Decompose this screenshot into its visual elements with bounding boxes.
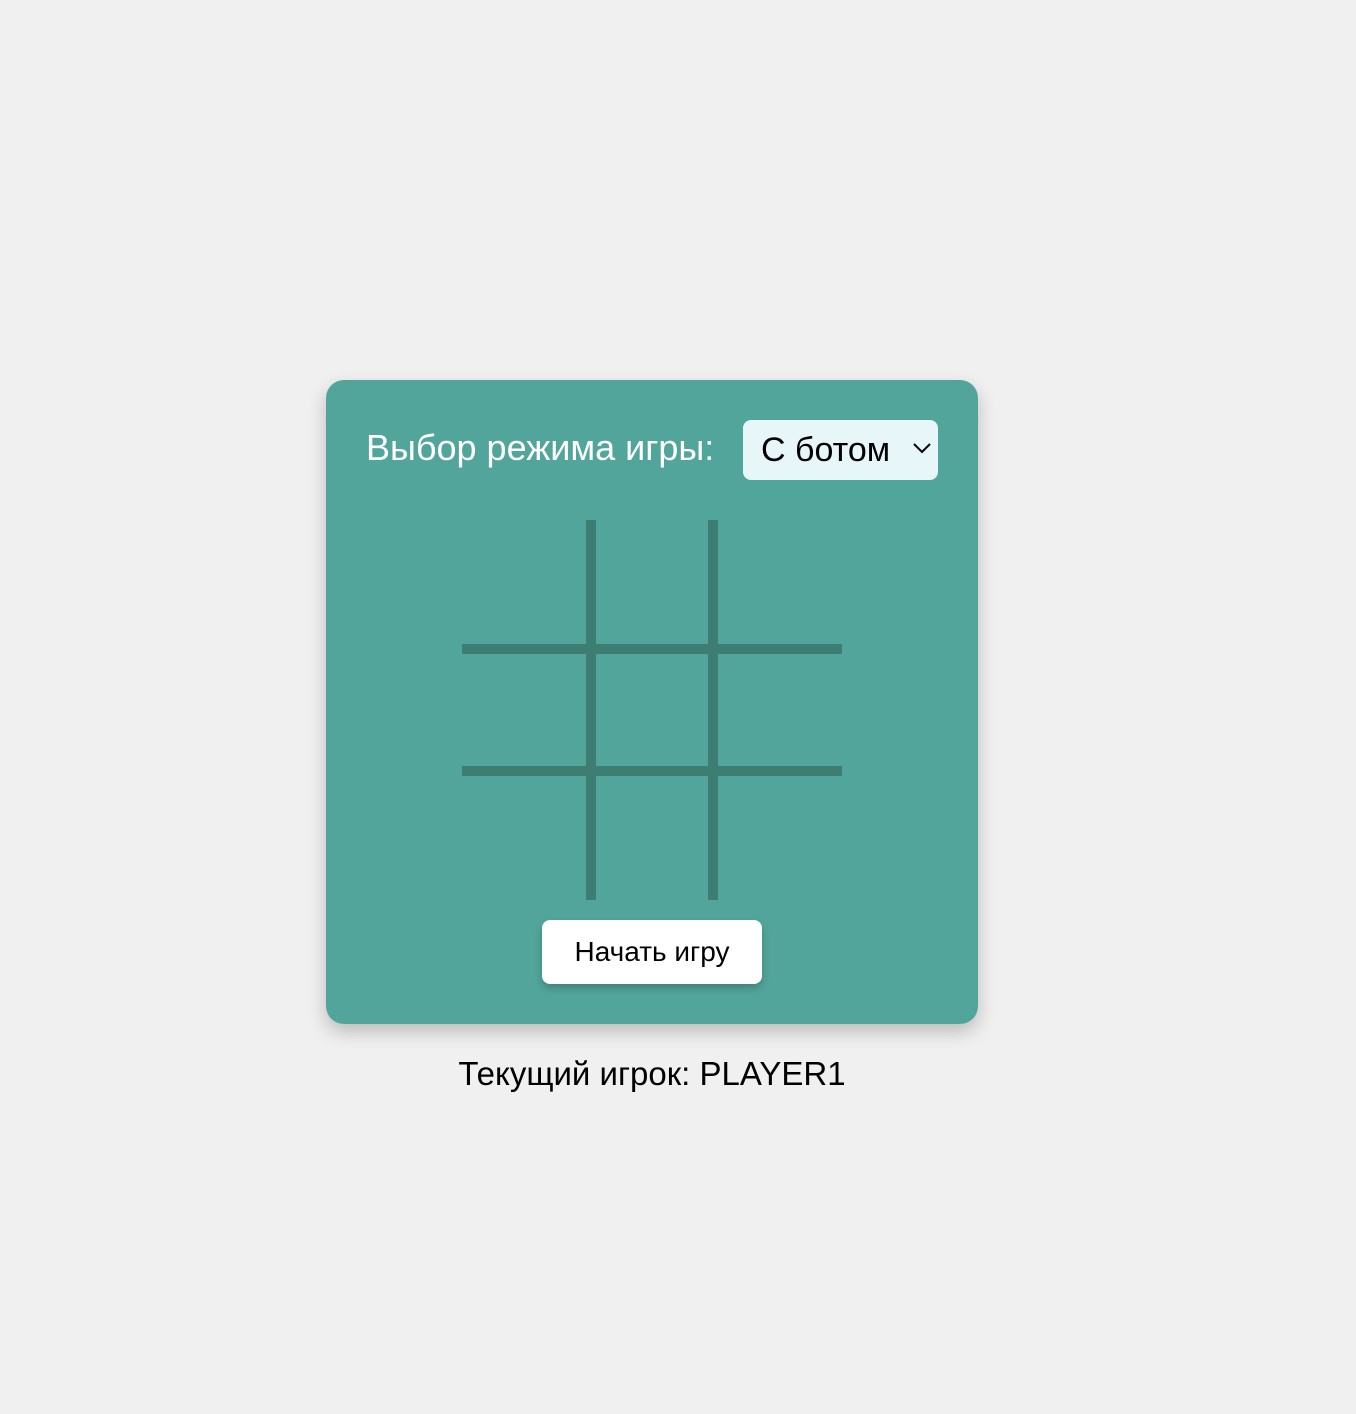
board-cell-2[interactable] (592, 520, 712, 640)
grid-line-vertical-1 (586, 520, 596, 900)
board-cell-7[interactable] (462, 780, 582, 900)
start-game-button[interactable]: Начать игру (542, 920, 762, 984)
mode-select-value: С ботом (761, 431, 891, 469)
board-cell-4[interactable] (462, 650, 582, 770)
game-card: Выбор режима игры: С ботом Начать игру (326, 380, 978, 1024)
mode-select[interactable]: С ботом (743, 420, 938, 480)
grid-line-vertical-2 (708, 520, 718, 900)
board-cell-5[interactable] (592, 650, 712, 770)
board-cell-9[interactable] (722, 780, 842, 900)
board-cell-8[interactable] (592, 780, 712, 900)
mode-label: Выбор режима игры: (366, 427, 715, 468)
board-cell-6[interactable] (722, 650, 842, 770)
game-board (462, 520, 842, 900)
current-player-status: Текущий игрок: PLAYER1 (458, 1055, 846, 1092)
grid-line-horizontal-2 (462, 766, 842, 776)
board-cell-1[interactable] (462, 520, 582, 640)
grid-line-horizontal-1 (462, 644, 842, 654)
chevron-down-icon (913, 443, 931, 454)
board-cell-3[interactable] (722, 520, 842, 640)
